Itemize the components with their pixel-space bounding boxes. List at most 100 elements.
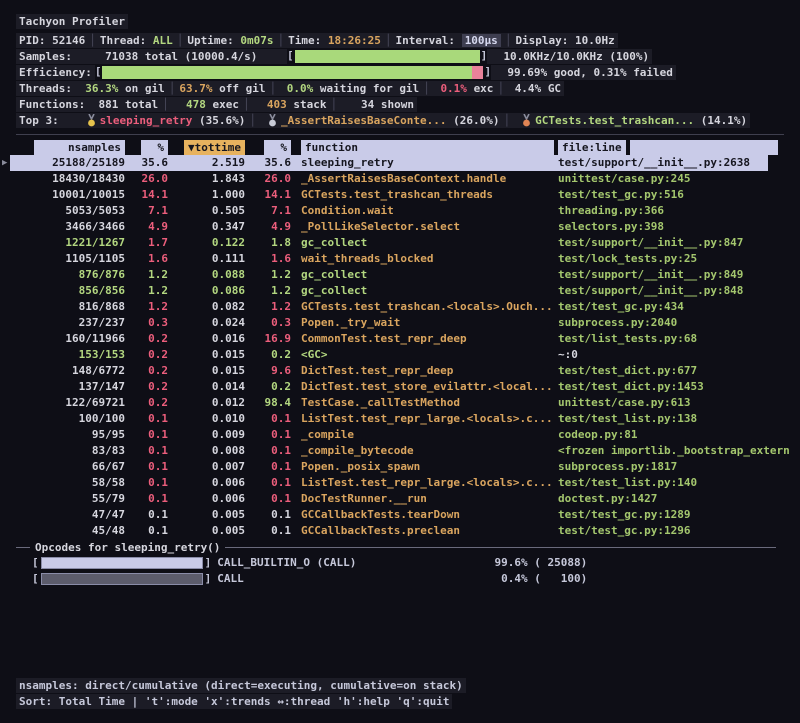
cell-nsamples: 148/6772 — [20, 363, 125, 379]
top3-line: Top 3: sleeping_retry (35.6%)│_AssertRai… — [10, 112, 790, 128]
table-row[interactable]: 137/1470.20.0140.2DictTest.test_store_ev… — [10, 379, 790, 395]
cell-tottime: 0.009 — [168, 427, 245, 443]
keybindings-help-line: Sort: Total Time | 't':mode 'x':trends ↔… — [10, 693, 790, 709]
table-row[interactable]: 3466/34664.90.3474.9_PollLikeSelector.se… — [10, 219, 790, 235]
uptime-value: 0m07s — [240, 34, 273, 47]
cell-pct-direct: 26.0 — [125, 171, 168, 187]
table-row[interactable]: 237/2370.30.0240.3Popen._try_waitsubproc… — [10, 315, 790, 331]
cell-pct-cumulative: 4.9 — [245, 219, 291, 235]
table-row[interactable]: 856/8561.20.0861.2gc_collecttest/support… — [10, 283, 790, 299]
top3-entry-2-name[interactable]: _AssertRaisesBaseConte... — [281, 114, 447, 127]
selected-row-marker-icon: ▶ — [2, 155, 7, 171]
opcode-bar-open: [ — [32, 555, 39, 571]
cell-pct-direct: 14.1 — [125, 187, 168, 203]
cell-pct-cumulative: 1.8 — [245, 235, 291, 251]
cell-pct-cumulative: 0.2 — [245, 347, 291, 363]
top3-entry-3-name[interactable]: GCTests.test_trashcan... — [535, 114, 694, 127]
cell-nsamples: 83/83 — [20, 443, 125, 459]
cell-file-line: test/support/__init__.py:2638 — [558, 155, 768, 171]
cell-pct-direct: 4.9 — [125, 219, 168, 235]
divider: │ — [273, 34, 288, 47]
header-nsamples[interactable]: nsamples — [20, 140, 125, 155]
efficiency-good-bar — [102, 66, 472, 79]
cell-function: DictTest.test_repr_deep — [301, 363, 558, 379]
cell-file-line: <frozen importlib._bootstrap_externa — [558, 443, 790, 459]
sort-descending-icon: ▼tottime — [184, 140, 245, 155]
threads-label: Threads: — [19, 82, 72, 95]
header-pct-cumulative[interactable]: % — [245, 140, 291, 155]
cell-function: DictTest.test_store_evilattr.<local... — [301, 379, 558, 395]
header-tottime[interactable]: ▼tottime — [168, 140, 245, 155]
cell-nsamples: 1105/1105 — [20, 251, 125, 267]
divider: │ — [493, 82, 508, 95]
table-row[interactable]: 55/790.10.0060.1DocTestRunner.__rundocte… — [10, 491, 790, 507]
function-table-body: ▶25188/2518935.62.51935.6sleeping_retryt… — [10, 155, 790, 539]
cell-nsamples: 10001/10015 — [20, 187, 125, 203]
bronze-medal-icon — [522, 114, 531, 127]
header-function[interactable]: function — [301, 140, 558, 155]
table-row[interactable]: 47/470.10.0050.1GCCallbackTests.tearDown… — [10, 507, 790, 523]
cell-tottime: 0.007 — [168, 459, 245, 475]
divider: │ — [173, 34, 188, 47]
cell-pct-cumulative: 0.1 — [245, 443, 291, 459]
cell-tottime: 0.005 — [168, 507, 245, 523]
cell-file-line: test/test_list.py:138 — [558, 411, 790, 427]
table-row[interactable]: 18430/1843026.01.84326.0_AssertRaisesBas… — [10, 171, 790, 187]
cell-tottime: 0.505 — [168, 203, 245, 219]
interval-value: 100μs — [462, 34, 501, 47]
cell-nsamples: 160/11966 — [20, 331, 125, 347]
divider: │ — [245, 114, 260, 127]
table-row[interactable]: ▶25188/2518935.62.51935.6sleeping_retryt… — [10, 155, 768, 171]
uptime-label: Uptime: — [187, 34, 233, 47]
divider: │ — [265, 82, 280, 95]
cell-function: gc_collect — [301, 235, 558, 251]
cell-file-line: test/support/__init__.py:848 — [558, 283, 790, 299]
functions-stack-label: stack — [293, 98, 326, 111]
efficiency-bar-open: [ — [95, 64, 102, 80]
cell-pct-direct: 0.1 — [125, 491, 168, 507]
table-row[interactable]: 5053/50537.10.5057.1Condition.waitthread… — [10, 203, 790, 219]
table-row[interactable]: 58/580.10.0060.1ListTest.test_repr_large… — [10, 475, 790, 491]
table-row[interactable]: 100/1000.10.0100.1ListTest.test_repr_lar… — [10, 411, 790, 427]
header-pct-direct[interactable]: % — [125, 140, 168, 155]
table-row[interactable]: 876/8761.20.0881.2gc_collecttest/support… — [10, 267, 790, 283]
table-row[interactable]: 160/119660.20.01616.9CommonTest.test_rep… — [10, 331, 790, 347]
table-row[interactable]: 816/8681.20.0821.2GCTests.test_trashcan.… — [10, 299, 790, 315]
cell-nsamples: 137/147 — [20, 379, 125, 395]
cell-tottime: 2.519 — [168, 155, 245, 171]
time-value: 18:26:25 — [328, 34, 381, 47]
table-row[interactable]: 1221/12671.70.1221.8gc_collecttest/suppo… — [10, 235, 790, 251]
table-row[interactable]: 1105/11051.60.1111.6wait_threads_blocked… — [10, 251, 790, 267]
cell-file-line: test/support/__init__.py:847 — [558, 235, 790, 251]
cell-function: DocTestRunner.__run — [301, 491, 558, 507]
table-row[interactable]: 148/67720.20.0159.6DictTest.test_repr_de… — [10, 363, 790, 379]
cell-pct-cumulative: 0.1 — [245, 427, 291, 443]
cell-pct-direct: 0.2 — [125, 347, 168, 363]
cell-pct-cumulative: 26.0 — [245, 171, 291, 187]
cell-nsamples: 856/856 — [20, 283, 125, 299]
divider: │ — [239, 98, 254, 111]
top3-entry-1-name[interactable]: sleeping_retry — [100, 114, 193, 127]
table-row[interactable]: 66/670.10.0070.1Popen._posix_spawnsubpro… — [10, 459, 790, 475]
table-row[interactable]: 95/950.10.0090.1_compilecodeop.py:81 — [10, 427, 790, 443]
cell-pct-direct: 1.2 — [125, 283, 168, 299]
table-row[interactable]: 153/1530.20.0150.2<GC>~:0 — [10, 347, 790, 363]
cell-tottime: 0.082 — [168, 299, 245, 315]
cell-file-line: test/test_gc.py:1289 — [558, 507, 790, 523]
cell-pct-cumulative: 35.6 — [245, 155, 291, 171]
thread-value[interactable]: ALL — [153, 34, 173, 47]
table-row[interactable]: 122/697210.20.01298.4TestCase._callTestM… — [10, 395, 790, 411]
table-row[interactable]: 10001/1001514.11.00014.1GCTests.test_tra… — [10, 187, 790, 203]
table-header: nsamples % ▼tottime % function file:line — [10, 139, 790, 155]
table-row[interactable]: 45/480.10.0050.1GCCallbackTests.preclean… — [10, 523, 790, 539]
cell-pct-direct: 0.1 — [125, 411, 168, 427]
cell-nsamples: 18430/18430 — [20, 171, 125, 187]
cell-pct-direct: 1.2 — [125, 299, 168, 315]
cell-file-line: test/list_tests.py:68 — [558, 331, 790, 347]
cell-tottime: 0.006 — [168, 491, 245, 507]
cell-pct-direct: 0.1 — [125, 523, 168, 539]
cell-nsamples: 122/69721 — [20, 395, 125, 411]
table-row[interactable]: 83/830.10.0080.1_compile_bytecode<frozen… — [10, 443, 790, 459]
cell-tottime: 1.843 — [168, 171, 245, 187]
header-file-line[interactable]: file:line — [558, 140, 790, 155]
